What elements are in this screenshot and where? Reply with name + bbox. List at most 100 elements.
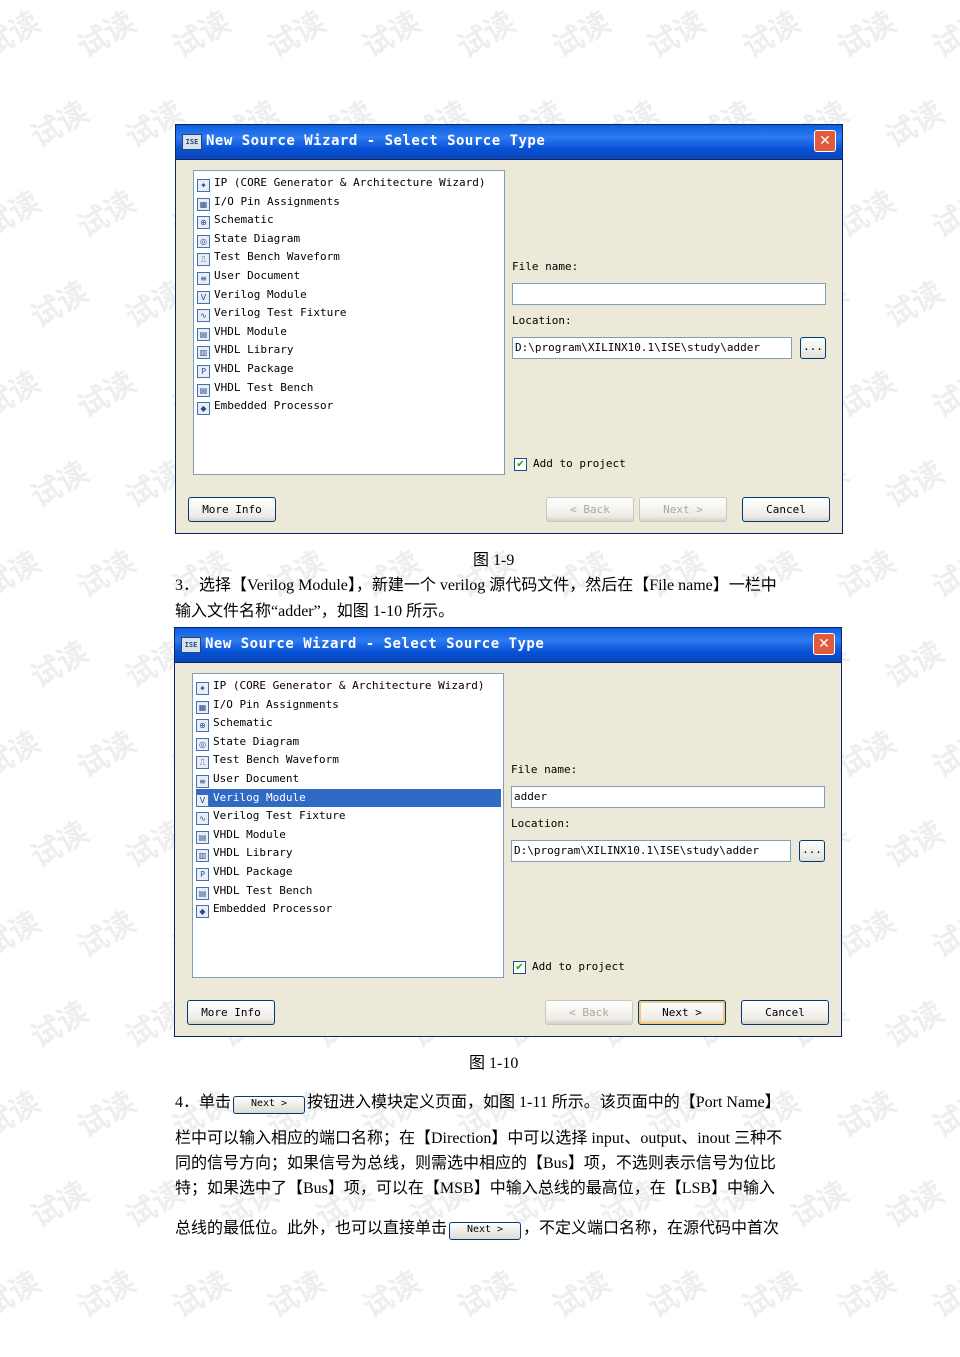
cancel-button[interactable]: Cancel <box>741 1000 829 1025</box>
list-item[interactable]: ◆ Embedded Processor <box>196 900 501 919</box>
list-item[interactable]: ▦ I/O Pin Assignments <box>196 696 501 714</box>
file-name-label: File name: <box>512 260 579 273</box>
file-name-input[interactable]: adder <box>511 786 825 808</box>
watermark-text: 试读 <box>737 4 807 66</box>
ise-app-icon: ISE <box>181 637 201 653</box>
watermark-text: 试读 <box>72 4 142 66</box>
schematic-icon: ⊕ <box>196 719 209 733</box>
step4-line5: 总线的最低位。此外，也可以直接单击 Next > ，不定义端口名称，在源代码中首次 <box>175 1214 779 1240</box>
window-title: New Source Wizard - Select Source Type <box>206 133 546 149</box>
watermark-text: 试读 <box>0 4 47 66</box>
state-diagram-icon: ◎ <box>197 234 210 248</box>
add-to-project-checkbox[interactable]: ✔ <box>514 458 527 471</box>
list-item-label: User Document <box>214 269 301 282</box>
list-item[interactable]: ◎ State Diagram <box>196 733 501 751</box>
list-item-label: VHDL Package <box>214 362 294 375</box>
source-type-list[interactable]: ✦ IP (CORE Generator & Architecture Wizar… <box>192 673 504 978</box>
location-input[interactable]: D:\program\XILINX10.1\ISE\study\adder <box>511 840 791 862</box>
step4-text: 4．单击 <box>175 1094 232 1111</box>
step4-text: 总线的最低位。此外，也可以直接单击 <box>175 1220 448 1237</box>
list-item[interactable]: ⎍ Test Bench Waveform <box>197 248 502 267</box>
watermark-text: 试读 <box>0 1264 47 1326</box>
watermark-text: 试读 <box>927 1264 960 1326</box>
test-fixture-icon: ∿ <box>196 812 209 826</box>
watermark-text: 试读 <box>785 1174 855 1236</box>
list-item[interactable]: ✦ IP (CORE Generator & Architecture Wizar… <box>196 677 501 695</box>
add-to-project-checkbox[interactable]: ✔ <box>513 961 526 974</box>
list-item[interactable]: ▤ VHDL Test Bench <box>196 882 501 900</box>
list-item[interactable]: P VHDL Package <box>196 863 501 881</box>
list-item-label: Verilog Module <box>213 790 306 804</box>
title-bar: ISE New Source Wizard - Select Source Ty… <box>176 125 842 160</box>
vhdl-testbench-icon: ▤ <box>196 886 209 900</box>
list-item[interactable]: ✦ IP (CORE Generator & Architecture Wizar… <box>197 174 502 192</box>
close-button[interactable]: ✕ <box>813 633 835 655</box>
vhdl-module-icon: ▤ <box>196 830 209 844</box>
watermark-text: 试读 <box>927 904 960 966</box>
list-item[interactable]: ▤ VHDL Module <box>196 826 501 844</box>
step4-line2: 栏中可以输入相应的端口名称；在【Direction】中可以选择 input、ou… <box>175 1130 783 1147</box>
browse-button[interactable]: ... <box>799 840 825 862</box>
list-item[interactable]: ⊕ Schematic <box>197 211 502 230</box>
browse-button[interactable]: ... <box>800 337 826 359</box>
list-item[interactable]: ◆ Embedded Processor <box>197 397 502 416</box>
vhdl-package-icon: P <box>196 868 209 881</box>
watermark-text: 试读 <box>72 1084 142 1146</box>
watermark-text: 试读 <box>0 904 47 966</box>
watermark-text: 试读 <box>25 94 95 156</box>
list-item[interactable]: ▤ VHDL Test Bench <box>197 379 502 397</box>
watermark-text: 试读 <box>880 814 950 876</box>
list-item[interactable]: ▦ I/O Pin Assignments <box>197 193 502 211</box>
watermark-text: 试读 <box>72 184 142 246</box>
list-item[interactable]: P VHDL Package <box>197 360 502 378</box>
file-name-input[interactable] <box>512 283 826 305</box>
list-item[interactable]: ≡ User Document <box>197 267 502 285</box>
list-item[interactable]: ≡ User Document <box>196 770 501 788</box>
back-button[interactable]: < Back <box>546 497 634 522</box>
document-icon: ≡ <box>197 272 210 285</box>
cancel-button[interactable]: Cancel <box>742 497 830 522</box>
watermark-text: 试读 <box>880 454 950 516</box>
location-input[interactable]: D:\program\XILINX10.1\ISE\study\adder <box>512 337 792 359</box>
more-info-button[interactable]: More Info <box>187 1000 275 1025</box>
list-item[interactable]: V Verilog Module <box>196 788 501 807</box>
list-item[interactable]: V Verilog Module <box>197 286 502 304</box>
watermark-text: 试读 <box>0 544 47 606</box>
list-item-label: Verilog Test Fixture <box>214 306 347 320</box>
source-type-list[interactable]: ✦ IP (CORE Generator & Architecture Wizar… <box>193 170 505 475</box>
watermark-text: 试读 <box>72 544 142 606</box>
list-item[interactable]: ▥ VHDL Library <box>197 341 502 360</box>
watermark-text: 试读 <box>72 904 142 966</box>
watermark-text: 试读 <box>880 994 950 1056</box>
next-button[interactable]: Next > <box>638 1000 726 1025</box>
watermark-text: 试读 <box>880 94 950 156</box>
more-info-button[interactable]: More Info <box>188 497 276 522</box>
list-item[interactable]: ⎍ Test Bench Waveform <box>196 751 501 770</box>
watermark-text: 试读 <box>832 4 902 66</box>
step4-line3: 同的信号方向；如果信号为总线，则需选中相应的【Bus】项，不选则表示信号为位比 <box>175 1155 776 1172</box>
next-button[interactable]: Next > <box>639 497 727 522</box>
list-item[interactable]: ◎ State Diagram <box>197 230 502 248</box>
document-icon: ≡ <box>196 775 209 788</box>
step3-line2: 输入文件名称“adder”，如图 1-10 所示。 <box>175 603 455 620</box>
test-fixture-icon: ∿ <box>197 309 210 323</box>
schematic-icon: ⊕ <box>197 216 210 230</box>
list-item-label: VHDL Test Bench <box>214 380 314 394</box>
list-item-label: Verilog Module <box>214 287 307 301</box>
watermark-text: 试读 <box>262 1264 332 1326</box>
watermark-text: 试读 <box>547 4 617 66</box>
list-item-label: VHDL Test Bench <box>213 883 313 897</box>
state-diagram-icon: ◎ <box>196 737 209 751</box>
list-item[interactable]: ▤ VHDL Module <box>197 323 502 341</box>
verilog-icon: V <box>196 793 209 807</box>
watermark-text: 试读 <box>25 274 95 336</box>
list-item[interactable]: ∿ Verilog Test Fixture <box>196 807 501 826</box>
list-item[interactable]: ∿ Verilog Test Fixture <box>197 304 502 323</box>
back-button[interactable]: < Back <box>545 1000 633 1025</box>
list-item[interactable]: ▥ VHDL Library <box>196 844 501 863</box>
close-button[interactable]: ✕ <box>814 130 836 152</box>
watermark-text: 试读 <box>0 1084 47 1146</box>
list-item[interactable]: ⊕ Schematic <box>196 714 501 733</box>
watermark-text: 试读 <box>927 724 960 786</box>
io-pin-icon: ▦ <box>197 197 210 211</box>
